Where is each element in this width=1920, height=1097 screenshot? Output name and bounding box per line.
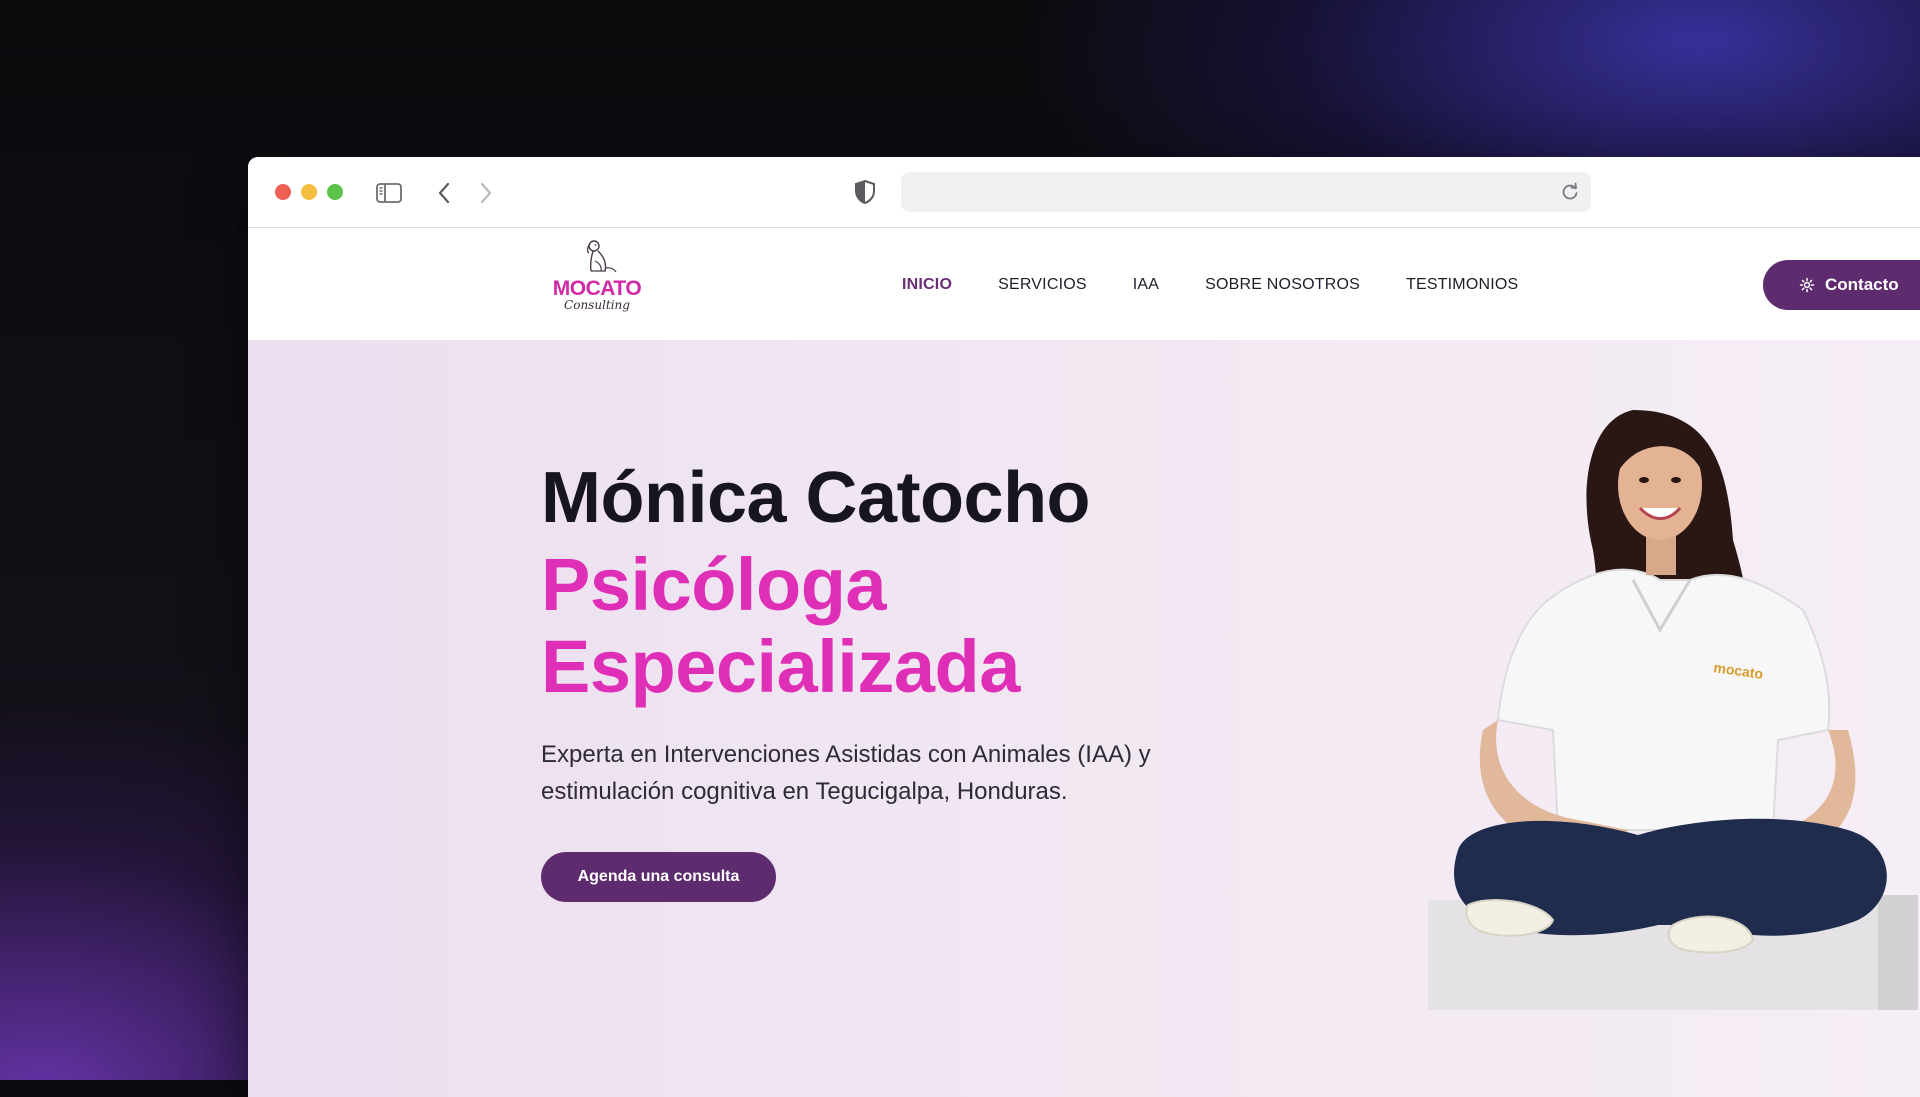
reload-icon[interactable]: [1561, 182, 1579, 207]
hero-role: Psicóloga Especializada: [541, 544, 1261, 708]
shield-icon[interactable]: [854, 179, 876, 210]
hero-role-line1: Psicóloga: [541, 543, 887, 626]
book-consultation-button[interactable]: Agenda una consulta: [541, 852, 776, 902]
nav-item-testimonios[interactable]: TESTIMONIOS: [1406, 276, 1518, 294]
main-nav: INICIO SERVICIOS IAA SOBRE NOSOTROS TEST…: [902, 228, 1518, 341]
forward-arrow-icon[interactable]: [471, 179, 501, 207]
hero-description: Experta en Intervenciones Asistidas con …: [541, 741, 1151, 805]
logo-wordmark: MOCATO: [552, 277, 642, 300]
site-header: MOCATO Consulting INICIO SERVICIOS IAA S…: [248, 228, 1920, 341]
logo-script: Consulting: [564, 298, 630, 312]
nav-item-inicio[interactable]: INICIO: [902, 276, 952, 294]
hero-section: Mónica Catocho Psicóloga Especializada E…: [248, 340, 1920, 1097]
contact-button-label: Contacto: [1825, 275, 1899, 294]
address-bar[interactable]: [901, 172, 1591, 212]
hero-name: Mónica Catocho: [541, 458, 1091, 538]
maximize-window-button[interactable]: [327, 184, 343, 200]
site-logo[interactable]: MOCATO Consulting: [545, 238, 649, 318]
hero-text: Mónica Catocho Psicóloga Especializada E…: [541, 458, 1261, 902]
portrait-photo: mocato: [1428, 410, 1918, 1010]
hero-role-line2: Especializada: [541, 625, 1020, 708]
back-arrow-icon[interactable]: [429, 179, 459, 207]
window-controls: [275, 184, 343, 200]
nav-item-sobre-nosotros[interactable]: SOBRE NOSOTROS: [1205, 276, 1360, 294]
minimize-window-button[interactable]: [301, 184, 317, 200]
sidebar-toggle-icon[interactable]: [374, 179, 404, 207]
dog-logo-icon: [586, 240, 617, 273]
browser-toolbar: [248, 157, 1920, 228]
nav-item-iaa[interactable]: IAA: [1133, 276, 1159, 294]
close-window-button[interactable]: [275, 184, 291, 200]
browser-window: MOCATO Consulting INICIO SERVICIOS IAA S…: [248, 157, 1920, 1097]
nav-item-servicios[interactable]: SERVICIOS: [998, 276, 1087, 294]
gear-icon: [1799, 277, 1815, 293]
contact-button[interactable]: Contacto: [1763, 260, 1920, 310]
